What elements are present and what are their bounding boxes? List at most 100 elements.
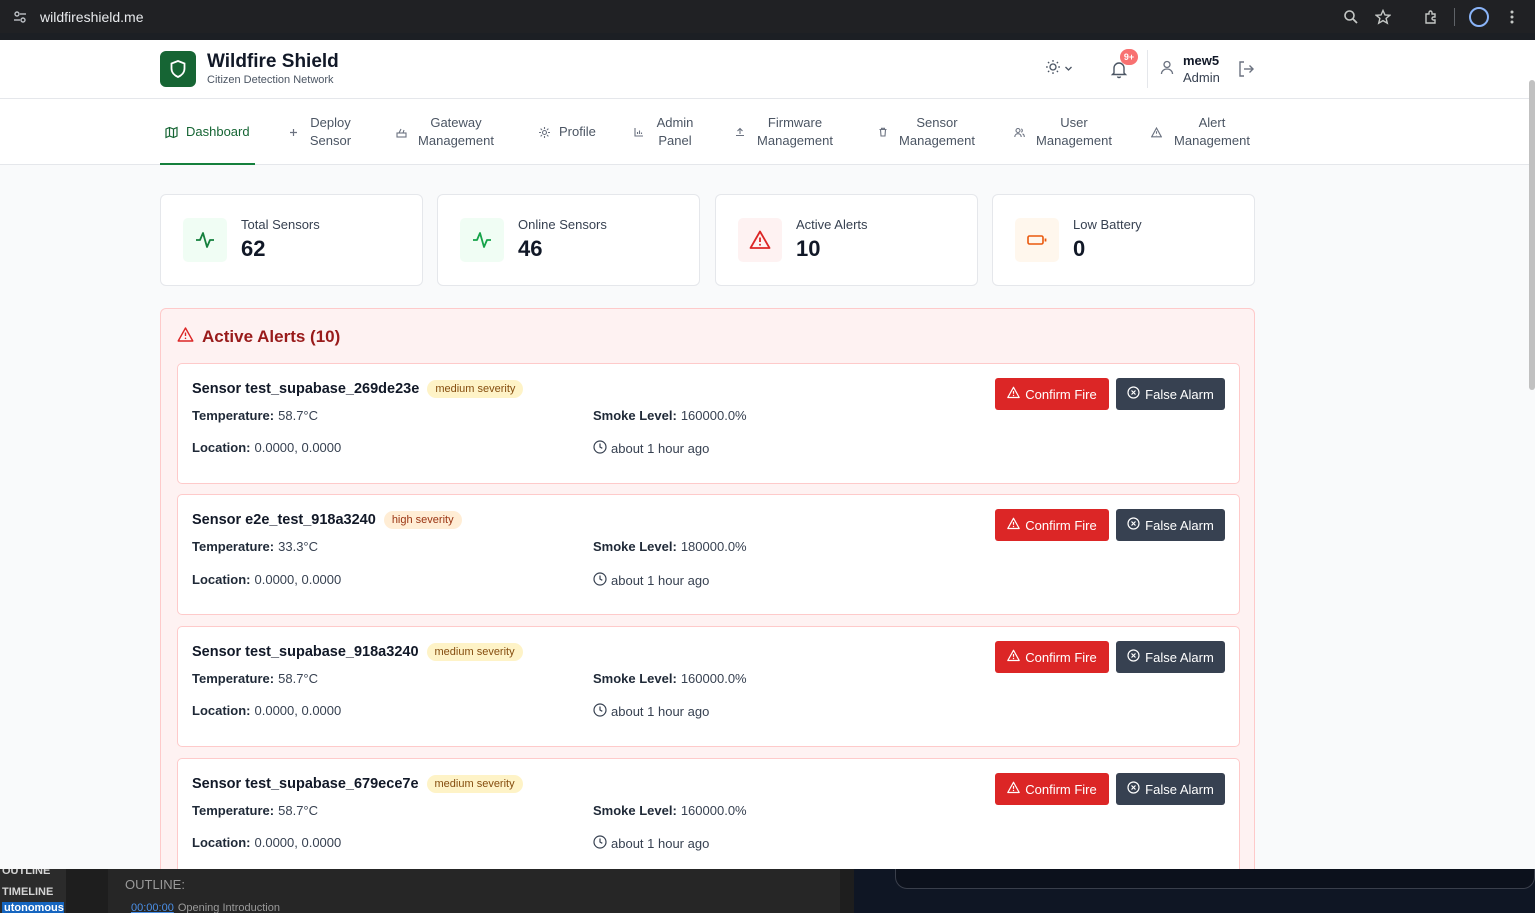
alert-sensor-name: Sensor test_supabase_269de23e: [192, 381, 420, 397]
sidebar-item-timeline[interactable]: TIMELINE: [2, 886, 53, 898]
location-value: 0.0000, 0.0000: [254, 440, 342, 455]
stat-value: 0: [1073, 236, 1086, 261]
false-alarm-label: False Alarm: [1145, 649, 1214, 665]
active-alerts-heading: Active Alerts (10): [177, 326, 340, 348]
activity-icon: [183, 218, 227, 262]
user-menu[interactable]: mew5 Admin: [1159, 52, 1220, 86]
x-circle-icon: [1127, 386, 1140, 402]
plus-icon: [287, 126, 300, 139]
false-alarm-button[interactable]: False Alarm: [1116, 773, 1225, 805]
nav-user-management[interactable]: User Management: [1013, 99, 1114, 165]
theme-toggle-button[interactable]: [1045, 59, 1079, 80]
location-label: Location:: [192, 572, 251, 587]
upload-icon: [733, 126, 746, 139]
location-value: 0.0000, 0.0000: [254, 703, 342, 718]
zoom-icon[interactable]: [1342, 8, 1360, 26]
user-role: Admin: [1183, 70, 1220, 85]
extensions-icon[interactable]: [1422, 8, 1440, 26]
smoke-label: Smoke Level:: [593, 408, 677, 423]
confirm-fire-label: Confirm Fire: [1025, 781, 1097, 797]
profile-avatar[interactable]: [1469, 6, 1489, 27]
alert-card: Sensor test_supabase_679ece7e medium sev…: [177, 758, 1240, 869]
brand-subtitle: Citizen Detection Network: [207, 74, 334, 86]
header-divider: [1147, 50, 1148, 88]
stat-value: 46: [518, 236, 543, 261]
alert-sensor-name: Sensor e2e_test_918a3240: [192, 512, 376, 528]
nav-profile[interactable]: Profile: [538, 99, 596, 165]
address-bar[interactable]: wildfireshield.me: [40, 9, 143, 25]
nav-firmware-management-label: Firmware Management: [757, 115, 833, 148]
background-desktop: OUTLINE TIMELINE utonomous OUTLINE: 00:0…: [0, 869, 1535, 913]
site-settings-icon[interactable]: [12, 9, 28, 25]
shield-logo-icon: [160, 51, 196, 87]
false-alarm-button[interactable]: False Alarm: [1116, 378, 1225, 410]
nav-deploy-sensor[interactable]: Deploy Sensor: [287, 99, 353, 165]
notifications-button[interactable]: 9+: [1109, 49, 1138, 79]
smoke-value: 160000.0%: [680, 803, 747, 818]
active-alerts-panel: Active Alerts (10) Sensor test_supabase_…: [160, 308, 1255, 869]
outline-sidebar: OUTLINE TIMELINE utonomous: [0, 869, 66, 913]
stat-label: Active Alerts: [796, 217, 868, 232]
temperature-value: 58.7°C: [278, 803, 319, 818]
false-alarm-label: False Alarm: [1145, 781, 1214, 797]
stat-card-online-sensors: Online Sensors 46: [437, 194, 700, 286]
outline-title: OUTLINE:: [125, 877, 185, 892]
location-value: 0.0000, 0.0000: [254, 572, 342, 587]
warning-icon: [1007, 781, 1021, 797]
bell-icon: [1109, 62, 1129, 83]
nav-firmware-management[interactable]: Firmware Management: [733, 99, 836, 165]
page-scrollbar[interactable]: [1529, 80, 1535, 390]
sidebar-item-outline[interactable]: OUTLINE: [2, 869, 50, 877]
confirm-fire-button[interactable]: Confirm Fire: [995, 509, 1109, 541]
smoke-value: 180000.0%: [680, 539, 747, 554]
confirm-fire-button[interactable]: Confirm Fire: [995, 641, 1109, 673]
false-alarm-label: False Alarm: [1145, 517, 1214, 533]
stat-card-active-alerts: Active Alerts 10: [715, 194, 978, 286]
smoke-value: 160000.0%: [680, 671, 747, 686]
alert-sensor-name: Sensor test_supabase_679ece7e: [192, 776, 419, 792]
alert-card: Sensor test_supabase_269de23e medium sev…: [177, 363, 1240, 484]
nav-dashboard[interactable]: Dashboard: [160, 99, 255, 165]
stat-value: 10: [796, 236, 821, 261]
x-circle-icon: [1127, 517, 1140, 533]
time-value: about 1 hour ago: [611, 704, 710, 719]
sidebar-item-selected[interactable]: utonomous: [2, 902, 64, 913]
false-alarm-button[interactable]: False Alarm: [1116, 509, 1225, 541]
outline-entry[interactable]: 00:00:00 Opening Introduction: [131, 902, 280, 913]
stat-card-total-sensors: Total Sensors 62: [160, 194, 423, 286]
bookmark-star-icon[interactable]: [1374, 8, 1392, 26]
logout-icon[interactable]: [1236, 59, 1256, 79]
more-menu-icon[interactable]: [1503, 8, 1521, 26]
time-value: about 1 hour ago: [611, 441, 710, 456]
nav-alert-management[interactable]: Alert Management: [1150, 99, 1253, 165]
false-alarm-button[interactable]: False Alarm: [1116, 641, 1225, 673]
alert-smoke: Smoke Level: 160000.0%: [593, 408, 747, 423]
confirm-fire-label: Confirm Fire: [1025, 386, 1097, 402]
confirm-fire-button[interactable]: Confirm Fire: [995, 378, 1109, 410]
alert-temperature: Temperature: 58.7°C: [192, 408, 318, 423]
nav-admin-panel[interactable]: Admin Panel: [632, 99, 697, 165]
outline-pane: OUTLINE: 00:00:00 Opening Introduction: [108, 869, 840, 913]
severity-badge: medium severity: [427, 380, 524, 398]
nav-gateway-management[interactable]: Gateway Management: [395, 99, 496, 165]
brand[interactable]: Wildfire Shield Citizen Detection Networ…: [160, 51, 339, 87]
sun-icon: [1045, 59, 1061, 80]
nav-sensor-management[interactable]: Sensor Management: [876, 99, 977, 165]
smoke-label: Smoke Level:: [593, 803, 677, 818]
smoke-label: Smoke Level:: [593, 539, 677, 554]
confirm-fire-button[interactable]: Confirm Fire: [995, 773, 1109, 805]
warning-icon: [1150, 126, 1163, 139]
stat-label: Low Battery: [1073, 217, 1142, 232]
router-icon: [395, 126, 408, 139]
temperature-label: Temperature:: [192, 803, 275, 818]
activity-icon: [460, 218, 504, 262]
location-label: Location:: [192, 440, 251, 455]
notification-count-badge: 9+: [1120, 49, 1138, 65]
trash-icon: [876, 126, 889, 139]
location-value: 0.0000, 0.0000: [254, 835, 342, 850]
alert-temperature: Temperature: 58.7°C: [192, 803, 318, 818]
browser-toolbar: wildfireshield.me: [0, 0, 1535, 33]
outline-timecode[interactable]: 00:00:00: [131, 902, 174, 913]
user-icon: [1159, 59, 1175, 80]
user-name: mew5: [1183, 53, 1220, 68]
